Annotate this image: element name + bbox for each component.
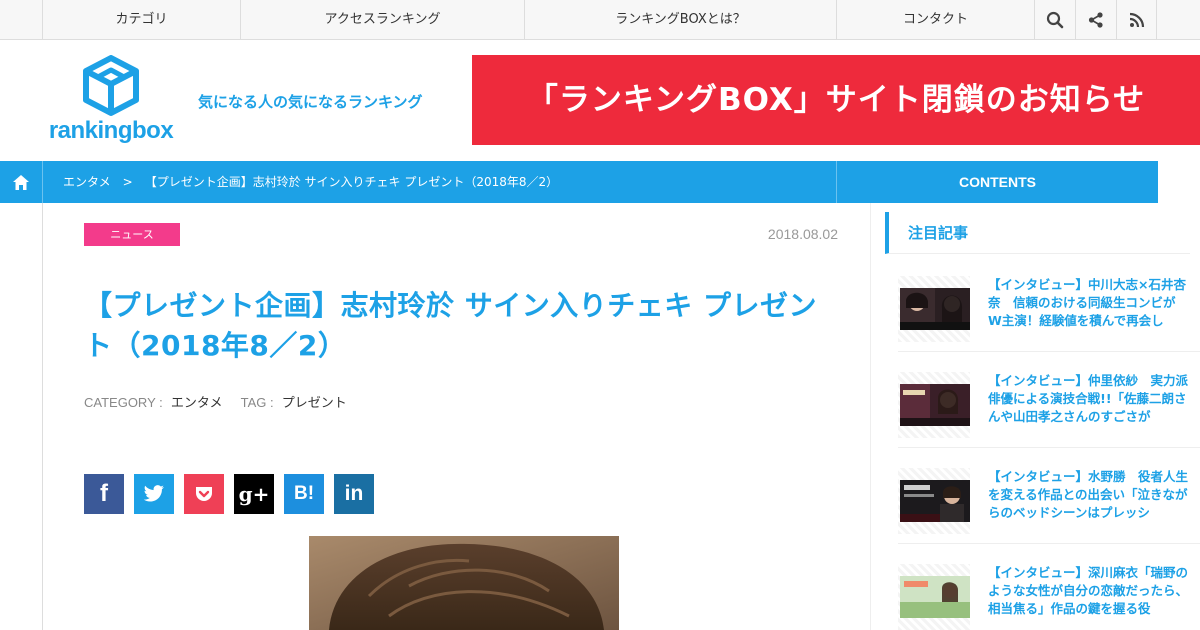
closure-notice-banner[interactable]: 「ランキングBOX」サイト閉鎖のお知らせ [472, 55, 1200, 145]
googleplus-share-button[interactable]: g+ [234, 474, 274, 514]
tag-link[interactable]: プレゼント [282, 396, 347, 411]
thumbnail-frame [898, 276, 970, 342]
thumbnail-frame [898, 564, 970, 630]
contents-toggle[interactable]: CONTENTS [836, 161, 1158, 203]
sidebar-divider [870, 203, 871, 630]
nav-category[interactable]: カテゴリ [42, 0, 240, 40]
article-thumbnail [900, 576, 970, 618]
tag-label: TAG : [240, 395, 274, 410]
thumbnail-frame [898, 468, 970, 534]
thumbnail-frame [898, 372, 970, 438]
breadcrumb-current: 【プレゼント企画】志村玲於 サイン入りチェキ プレゼント（2018年8／2） [144, 175, 559, 189]
article-thumbnail [900, 384, 970, 426]
sidebar-article[interactable]: 【インタビュー】水野勝 役者人生を変える作品との出会い「泣きながらのベッドシーン… [898, 462, 1200, 544]
nav-access-ranking[interactable]: アクセスランキング [240, 0, 524, 40]
category-label: CATEGORY : [84, 395, 163, 410]
article-date: 2018.08.02 [767, 226, 838, 242]
googleplus-icon: g+ [238, 482, 270, 506]
share-icon[interactable] [1075, 0, 1116, 40]
hatena-icon: B! [293, 483, 315, 504]
hatena-share-button[interactable]: B! [284, 474, 324, 514]
article-photo [309, 536, 619, 630]
facebook-icon: f [100, 480, 108, 507]
top-nav: カテゴリ アクセスランキング ランキングBOXとは？ コンタクト [0, 0, 1200, 40]
breadcrumb-category[interactable]: エンタメ [63, 175, 111, 189]
twitter-icon [143, 485, 164, 502]
news-badge[interactable]: ニュース [84, 223, 180, 246]
linkedin-share-button[interactable]: in [334, 474, 374, 514]
site-tagline: 気になる人の気になるランキング [198, 93, 423, 111]
search-icon[interactable] [1034, 0, 1075, 40]
home-icon[interactable] [0, 161, 43, 203]
article-thumbnail [900, 288, 970, 330]
breadcrumb: エンタメ > 【プレゼント企画】志村玲於 サイン入りチェキ プレゼント（2018年8… [0, 161, 1158, 203]
article-title: 【プレゼント企画】志村玲於 サイン入りチェキ プレゼント（2018年8／2） [84, 289, 817, 362]
sidebar-article[interactable]: 【インタビュー】深川麻衣「瑞野のような女性が自分の恋敵だったら、相当焦る」作品の… [898, 558, 1200, 630]
pocket-share-button[interactable] [184, 474, 224, 514]
sidebar-article-title[interactable]: 【インタビュー】深川麻衣「瑞野のような女性が自分の恋敵だったら、相当焦る」作品の… [988, 564, 1188, 620]
sidebar-article[interactable]: 【インタビュー】中川大志×石井杏奈 信頼のおける同級生コンビがW主演！経験値を積… [898, 270, 1200, 352]
sidebar-article[interactable]: 【インタビュー】仲里依紗 実力派俳優による演技合戦!!「佐藤二朗さんや山田孝之さ… [898, 366, 1200, 448]
article-meta: CATEGORY : エンタメ TAG : プレゼント [84, 392, 347, 411]
sidebar-article-title[interactable]: 【インタビュー】中川大志×石井杏奈 信頼のおける同級生コンビがW主演！経験値を積… [988, 276, 1188, 332]
site-header: rankingbox 気になる人の気になるランキング 「ランキングBOX」サイト… [0, 41, 1200, 160]
main-left-border [42, 203, 43, 630]
sidebar-article-title[interactable]: 【インタビュー】水野勝 役者人生を変える作品との出会い「泣きながらのベッドシーン… [988, 468, 1188, 524]
twitter-share-button[interactable] [134, 474, 174, 514]
linkedin-icon: in [344, 482, 364, 505]
breadcrumb-separator: > [122, 175, 133, 189]
nav-about[interactable]: ランキングBOXとは？ [524, 0, 836, 40]
cube-logo-icon [83, 55, 139, 116]
sidebar-heading: 注目記事 [885, 212, 1190, 254]
article-thumbnail [900, 480, 970, 522]
breadcrumb-trail: エンタメ > 【プレゼント企画】志村玲於 サイン入りチェキ プレゼント（2018年8… [63, 161, 558, 203]
category-link[interactable]: エンタメ [171, 396, 223, 411]
rss-icon[interactable] [1116, 0, 1157, 40]
site-logo[interactable]: rankingbox [46, 55, 176, 147]
nav-contact[interactable]: コンタクト [836, 0, 1034, 40]
facebook-share-button[interactable]: f [84, 474, 124, 514]
sidebar-article-title[interactable]: 【インタビュー】仲里依紗 実力派俳優による演技合戦!!「佐藤二朗さんや山田孝之さ… [988, 372, 1188, 428]
logo-text: rankingbox [48, 117, 174, 144]
pocket-icon [196, 487, 212, 501]
